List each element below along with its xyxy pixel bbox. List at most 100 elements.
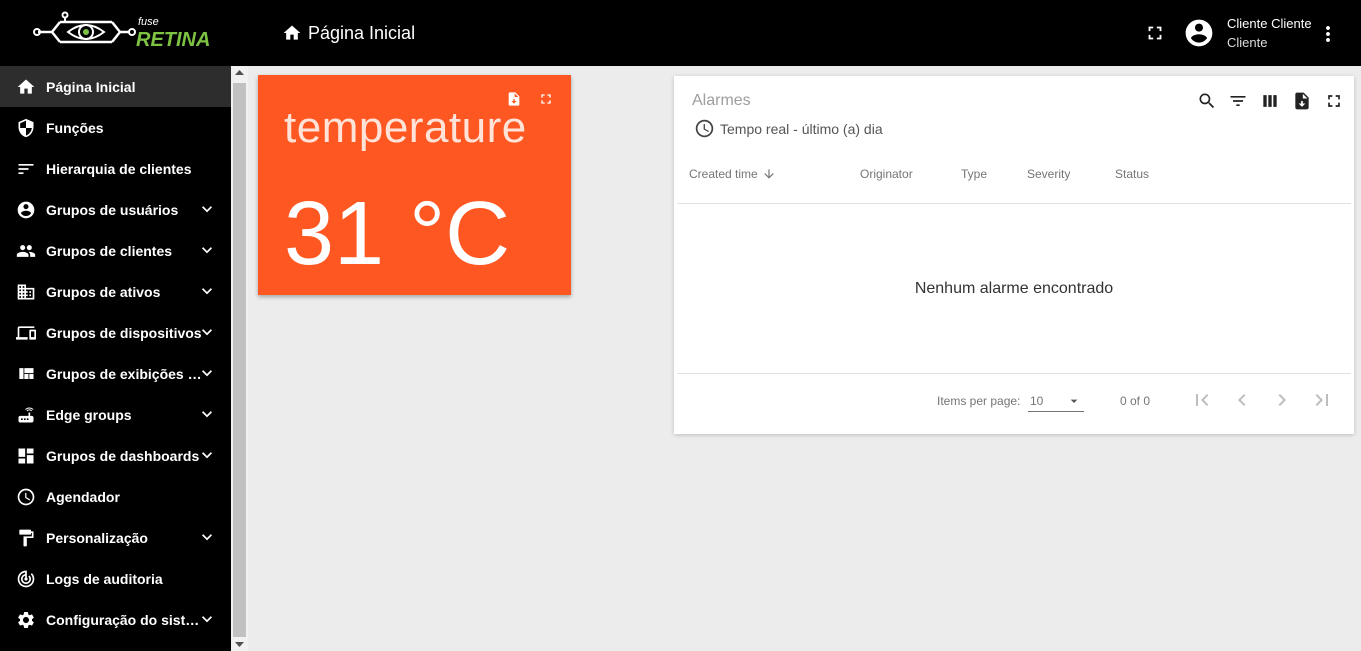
chevron-down-icon[interactable] xyxy=(197,445,217,465)
view-quilt-icon xyxy=(16,364,36,384)
sidebar-item-grupos-de-dispositivos[interactable]: Grupos de dispositivos xyxy=(0,312,231,353)
format-paint-icon xyxy=(16,528,36,548)
sidebar-item-label: Grupos de ativos xyxy=(46,283,161,300)
fuse-retina-logo[interactable]: fuse RETINA xyxy=(30,8,220,56)
column-severity[interactable]: Severity xyxy=(1027,167,1070,181)
scroll-thumb[interactable] xyxy=(233,83,246,637)
sidebar-item-label: Agendador xyxy=(46,488,120,505)
chevron-down-icon[interactable] xyxy=(197,404,217,424)
sidebar-item-grupos-de-exibicoes-de-entidades[interactable]: Grupos de exibições de entidades xyxy=(0,353,231,394)
domain-icon xyxy=(16,282,36,302)
next-page-icon[interactable] xyxy=(1270,388,1294,412)
sidebar-item-pagina-inicial[interactable]: Página Inicial xyxy=(0,66,231,107)
home-icon xyxy=(283,25,301,40)
temperature-value: 31 °C xyxy=(284,184,511,284)
previous-page-icon[interactable] xyxy=(1230,388,1254,412)
account-circle-icon xyxy=(16,200,36,220)
schedule-icon xyxy=(17,488,35,505)
export-icon[interactable] xyxy=(1292,91,1312,111)
table-header: Created time Originator Type Severity St… xyxy=(677,164,1351,204)
sidebar-item-label: Grupos de dashboards xyxy=(46,447,200,464)
timewindow-label[interactable]: Tempo real - último (a) dia xyxy=(720,121,883,137)
paginator: Items per page: 10 0 of 0 xyxy=(677,373,1351,434)
sidebar-item-hierarquia-de-clientes[interactable]: Hierarquia de clientes xyxy=(0,148,231,189)
fullscreen-icon[interactable] xyxy=(538,91,554,107)
chevron-down-icon xyxy=(202,616,212,623)
column-type[interactable]: Type xyxy=(961,167,987,181)
sidebar-item-edge-groups[interactable]: Edge groups xyxy=(0,394,231,435)
dashboard-icon xyxy=(18,448,34,463)
router-icon xyxy=(16,405,36,425)
column-originator[interactable]: Originator xyxy=(860,167,913,181)
shield-icon xyxy=(16,118,36,138)
sidebar-item-grupos-de-ativos[interactable]: Grupos de ativos xyxy=(0,271,231,312)
shield-icon xyxy=(18,118,34,137)
home-icon xyxy=(17,79,35,94)
filter-icon[interactable] xyxy=(1228,91,1248,111)
items-per-page-label: Items per page: xyxy=(937,394,1021,408)
chevron-down-icon[interactable] xyxy=(197,240,217,260)
sidebar-item-agendador[interactable]: Agendador xyxy=(0,476,231,517)
format-paint-icon xyxy=(19,529,34,546)
chevron-down-icon[interactable] xyxy=(197,609,217,629)
top-bar: fuse RETINA Página Inicial Cliente Clien… xyxy=(0,0,1361,66)
avatar[interactable] xyxy=(1183,17,1215,49)
sidebar-item-label: Grupos de clientes xyxy=(46,242,173,259)
items-per-page-select[interactable]: 10 xyxy=(1028,392,1084,412)
user-role: Cliente xyxy=(1227,35,1268,50)
sidebar-item-configuracao-do-sistema[interactable]: Configuração do sistema xyxy=(0,599,231,640)
arrow-down-icon xyxy=(764,169,774,179)
view-quilt-icon xyxy=(19,367,34,379)
devices-icon xyxy=(16,325,36,340)
chevron-down-icon xyxy=(202,534,212,541)
fullscreen-icon[interactable] xyxy=(1324,91,1344,111)
user-name[interactable]: Cliente Cliente xyxy=(1227,16,1312,31)
chevron-down-icon xyxy=(202,288,212,295)
chevron-down-icon xyxy=(202,452,212,459)
chevron-down-icon xyxy=(202,411,212,418)
widget-title: Alarmes xyxy=(692,92,751,109)
dropdown-arrow-icon xyxy=(1066,393,1082,409)
chevron-down-icon[interactable] xyxy=(197,363,217,383)
schedule-icon[interactable] xyxy=(694,118,715,139)
column-created-time[interactable]: Created time xyxy=(689,167,776,181)
dashboard-icon xyxy=(16,446,36,466)
sidebar-item-grupos-de-clientes[interactable]: Grupos de clientes xyxy=(0,230,231,271)
alarms-widget: Alarmes Tempo real - último (a) dia Crea… xyxy=(674,76,1354,434)
sidebar-item-funcoes[interactable]: Funções xyxy=(0,107,231,148)
domain-icon xyxy=(17,284,35,299)
empty-message: Nenhum alarme encontrado xyxy=(914,280,1114,297)
sidebar-item-label: Grupos de usuários xyxy=(46,201,179,218)
sidebar-item-grupos-de-usuarios[interactable]: Grupos de usuários xyxy=(0,189,231,230)
search-icon[interactable] xyxy=(1197,91,1217,111)
last-page-icon[interactable] xyxy=(1310,388,1334,412)
chevron-down-icon[interactable] xyxy=(197,322,217,342)
first-page-icon[interactable] xyxy=(1190,388,1214,412)
chevron-down-icon[interactable] xyxy=(197,281,217,301)
chevron-down-icon[interactable] xyxy=(197,527,217,547)
router-icon xyxy=(18,407,34,422)
scroll-up-arrow[interactable] xyxy=(231,66,248,82)
sidebar-item-grupos-de-dashboards[interactable]: Grupos de dashboards xyxy=(0,435,231,476)
settings-icon xyxy=(16,610,36,630)
page-title: Página Inicial xyxy=(308,22,416,43)
sidebar-item-logs-de-auditoria[interactable]: Logs de auditoria xyxy=(0,558,231,599)
sidebar-scrollbar[interactable] xyxy=(231,66,248,651)
scroll-down-arrow[interactable] xyxy=(231,637,248,651)
chevron-down-icon[interactable] xyxy=(197,199,217,219)
chevron-down-icon xyxy=(202,370,212,377)
sort-icon xyxy=(16,159,36,179)
fullscreen-icon[interactable] xyxy=(1144,22,1166,44)
svg-text:fuse: fuse xyxy=(138,16,159,28)
column-status[interactable]: Status xyxy=(1115,167,1149,181)
sidebar-item-label: Logs de auditoria xyxy=(46,570,163,587)
sidebar-item-label: Funções xyxy=(46,119,104,136)
more-vert-icon[interactable] xyxy=(1316,22,1340,46)
schedule-icon xyxy=(16,487,36,507)
home-icon xyxy=(16,77,36,97)
sidebar-item-personalizacao[interactable]: Personalização xyxy=(0,517,231,558)
sidebar-item-label: Página Inicial xyxy=(46,78,136,95)
sidebar-item-label: Edge groups xyxy=(46,406,132,423)
columns-icon[interactable] xyxy=(1260,91,1280,111)
widget-title: temperature xyxy=(284,103,527,152)
